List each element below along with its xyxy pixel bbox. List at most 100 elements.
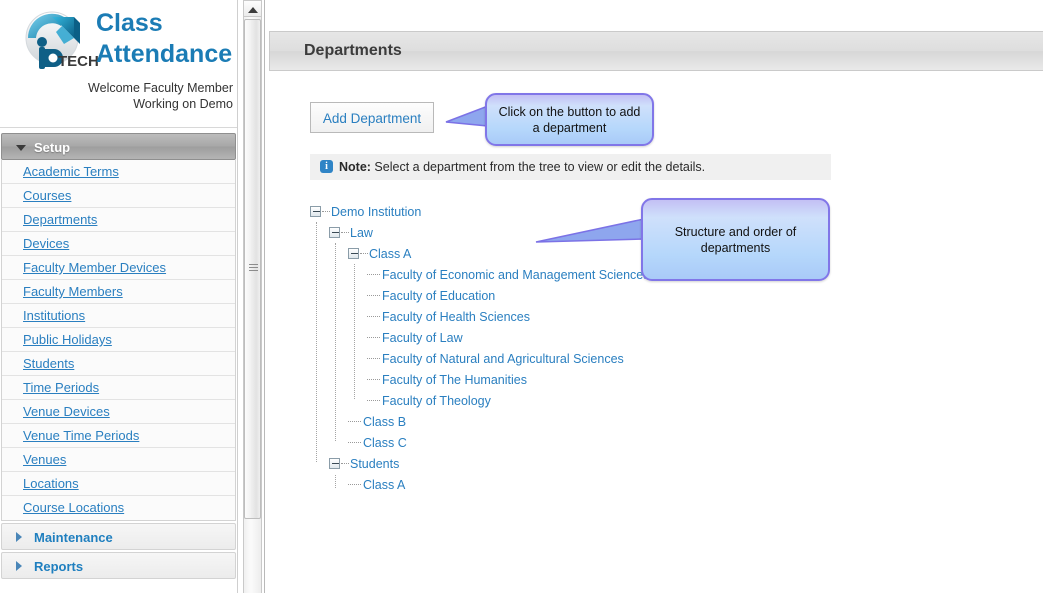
sidebar-link-course-locations[interactable]: Course Locations — [23, 500, 124, 515]
tree-dash — [348, 484, 361, 486]
tree-collapse-icon[interactable] — [329, 458, 340, 470]
chevron-right-icon — [16, 560, 22, 571]
sidebar-link-institutions[interactable]: Institutions — [23, 308, 85, 323]
note-text: Select a department from the tree to vie… — [370, 160, 706, 174]
tree-node-label[interactable]: Students — [350, 457, 399, 471]
sidebar-link-locations[interactable]: Locations — [23, 476, 79, 491]
tree-node-label[interactable]: Class A — [369, 247, 411, 261]
tree-node-label[interactable]: Faculty of Theology — [382, 394, 491, 408]
sidebar-group-setup-label: Setup — [34, 140, 71, 155]
note-label: Note: — [339, 160, 371, 174]
tree-node-label[interactable]: Faculty of Natural and Agricultural Scie… — [382, 352, 624, 366]
sidebar-item-students[interactable]: Students — [2, 352, 235, 376]
scrollbar-thumb[interactable] — [244, 19, 261, 519]
scrollbar-up-button[interactable] — [243, 0, 262, 17]
app-title-line1: Class — [96, 9, 163, 37]
sidebar-item-courses[interactable]: Courses — [2, 184, 235, 208]
add-department-button[interactable]: Add Department — [310, 102, 434, 133]
callout-tree-structure: Structure and order of departments — [641, 198, 830, 281]
sidebar-item-academic-terms[interactable]: Academic Terms — [2, 160, 235, 184]
sidebar-link-devices[interactable]: Devices — [23, 236, 69, 251]
caret-up-icon — [247, 7, 258, 13]
sidebar-group-reports-label: Reports — [34, 559, 84, 574]
tree-node-label[interactable]: Class B — [363, 415, 406, 429]
tree-dash — [322, 211, 330, 213]
callout-add-department: Click on the button to add a department — [485, 93, 654, 146]
sidebar-link-academic-terms[interactable]: Academic Terms — [23, 164, 119, 179]
sidebar-item-departments[interactable]: Departments — [2, 208, 235, 232]
page-title: Departments — [304, 42, 402, 59]
tree-node[interactable]: Faculty of Natural and Agricultural Scie… — [310, 349, 650, 370]
tree-collapse-icon[interactable] — [310, 206, 321, 218]
chevron-right-icon — [16, 531, 22, 542]
tree-collapse-icon[interactable] — [348, 248, 359, 260]
tree-node-label[interactable]: Class C — [363, 436, 407, 450]
tree-dash — [367, 400, 380, 402]
sidebar-group-maintenance[interactable]: Maintenance — [1, 523, 236, 550]
sidebar-link-venues[interactable]: Venues — [23, 452, 66, 467]
tree-dash — [367, 295, 380, 297]
welcome-line-2: Working on Demo — [133, 97, 233, 111]
tree-node[interactable]: Faculty of Economic and Management Scien… — [310, 265, 650, 286]
tree-node[interactable]: Faculty of The Humanities — [310, 370, 650, 391]
sidebar-link-time-periods[interactable]: Time Periods — [23, 380, 99, 395]
tree-dash — [367, 337, 380, 339]
tree-dash — [348, 421, 361, 423]
tree-node-label[interactable]: Class A — [363, 478, 405, 492]
sidebar-group-reports[interactable]: Reports — [1, 552, 236, 579]
tree-node-label[interactable]: Demo Institution — [331, 205, 421, 219]
sidebar-setup-items: Academic Terms Courses Departments Devic… — [1, 160, 236, 521]
sidebar-link-faculty-members[interactable]: Faculty Members — [23, 284, 123, 299]
tree-collapse-icon[interactable] — [329, 227, 340, 239]
welcome-line-1: Welcome Faculty Member — [88, 81, 233, 95]
callout-add-department-text: Click on the button to add a department — [498, 104, 641, 135]
sidebar-item-venue-time-periods[interactable]: Venue Time Periods — [2, 424, 235, 448]
sidebar-link-departments[interactable]: Departments — [23, 212, 97, 227]
tree-node-label[interactable]: Faculty of Economic and Management Scien… — [382, 268, 650, 282]
sidebar-item-locations[interactable]: Locations — [2, 472, 235, 496]
tree-node-label[interactable]: Faculty of The Humanities — [382, 373, 527, 387]
tree-node[interactable]: Faculty of Education — [310, 286, 650, 307]
sidebar-item-public-holidays[interactable]: Public Holidays — [2, 328, 235, 352]
welcome-message: Welcome Faculty Member Working on Demo — [1, 80, 233, 112]
sidebar-link-public-holidays[interactable]: Public Holidays — [23, 332, 112, 347]
tree-node[interactable]: Faculty of Health Sciences — [310, 307, 650, 328]
tree-node-label[interactable]: Faculty of Education — [382, 289, 495, 303]
tree-node[interactable]: Class A — [310, 475, 650, 496]
tree-node[interactable]: Students — [310, 454, 650, 475]
tree-node-label[interactable]: Law — [350, 226, 373, 240]
tree-node-label[interactable]: Faculty of Health Sciences — [382, 310, 530, 324]
tree-node[interactable]: Faculty of Law — [310, 328, 650, 349]
sidebar-link-faculty-member-devices[interactable]: Faculty Member Devices — [23, 260, 166, 275]
sidebar-item-faculty-member-devices[interactable]: Faculty Member Devices — [2, 256, 235, 280]
sidebar-item-venues[interactable]: Venues — [2, 448, 235, 472]
tree-dash — [367, 316, 380, 318]
tree-node-label[interactable]: Faculty of Law — [382, 331, 463, 345]
tree-node[interactable]: Faculty of Theology — [310, 391, 650, 412]
application-window: TECH Class Attendance Welcome Faculty Me… — [0, 0, 1043, 593]
sidebar-item-course-locations[interactable]: Course Locations — [2, 496, 235, 520]
app-title: Class Attendance — [96, 8, 236, 70]
sidebar-link-students[interactable]: Students — [23, 356, 74, 371]
sidebar: TECH Class Attendance Welcome Faculty Me… — [0, 0, 238, 593]
sidebar-group-setup[interactable]: Setup — [1, 133, 236, 160]
sidebar-link-venue-devices[interactable]: Venue Devices — [23, 404, 110, 419]
tree-node[interactable]: Class B — [310, 412, 650, 433]
sidebar-item-venue-devices[interactable]: Venue Devices — [2, 400, 235, 424]
tree-dash — [367, 274, 380, 276]
callout-tree-structure-text: Structure and order of departments — [674, 224, 797, 255]
sidebar-link-venue-time-periods[interactable]: Venue Time Periods — [23, 428, 139, 443]
tree-node[interactable]: Class C — [310, 433, 650, 454]
note-banner: i Note: Select a department from the tree… — [310, 154, 831, 180]
sidebar-item-time-periods[interactable]: Time Periods — [2, 376, 235, 400]
app-title-line2: Attendance — [96, 40, 233, 68]
sidebar-item-faculty-members[interactable]: Faculty Members — [2, 280, 235, 304]
sidebar-item-devices[interactable]: Devices — [2, 232, 235, 256]
sidebar-scrollbar[interactable] — [239, 0, 265, 593]
callout-tail-tree — [535, 218, 645, 243]
tree-dash — [341, 232, 349, 234]
brand-header: TECH Class Attendance Welcome Faculty Me… — [0, 0, 237, 128]
sidebar-item-institutions[interactable]: Institutions — [2, 304, 235, 328]
page-header-bar: Departments — [269, 31, 1043, 71]
sidebar-link-courses[interactable]: Courses — [23, 188, 71, 203]
